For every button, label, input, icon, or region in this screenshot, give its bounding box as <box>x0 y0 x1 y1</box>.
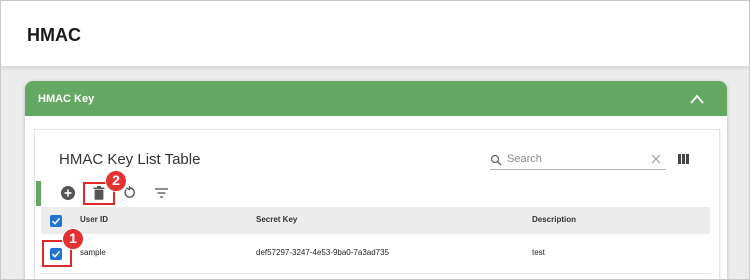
search-box <box>490 150 666 170</box>
cell-secret-key: def57297-3247-4e53-9ba0-7a3ad735 <box>256 248 390 257</box>
refresh-icon[interactable] <box>123 186 136 199</box>
column-header-secret-key[interactable]: Secret Key <box>256 215 297 224</box>
key-list-card: HMAC Key List Table Search User ID Secre… <box>34 129 720 279</box>
panel-header[interactable]: HMAC Key <box>25 81 727 116</box>
column-header-user-id[interactable]: User ID <box>80 215 108 224</box>
search-input[interactable] <box>507 151 637 167</box>
collapse-up-icon[interactable] <box>689 92 705 106</box>
step-2-badge: 2 <box>105 170 127 192</box>
page-header: HMAC <box>1 1 749 67</box>
cell-user-id: sample <box>80 248 106 257</box>
columns-icon[interactable] <box>678 154 689 164</box>
hmac-key-panel: HMAC Key HMAC Key List Table Search User… <box>25 81 727 279</box>
select-all-checkbox[interactable] <box>50 215 62 227</box>
add-icon[interactable] <box>61 186 75 200</box>
table-title: HMAC Key List Table <box>59 151 201 168</box>
search-icon <box>490 154 502 166</box>
window-frame: HMAC HMAC Key HMAC Key List Table Search… <box>0 0 750 280</box>
cell-description: test <box>532 248 545 257</box>
filter-icon[interactable] <box>155 188 168 198</box>
table-row[interactable]: sample def57297-3247-4e53-9ba0-7a3ad735 … <box>41 234 710 274</box>
panel-title: HMAC Key <box>38 93 95 105</box>
table-header-row: User ID Secret Key Description <box>41 207 710 234</box>
step-1-badge: 1 <box>62 228 84 250</box>
clear-icon[interactable] <box>651 154 661 164</box>
checkmark-icon <box>51 217 61 225</box>
page-title: HMAC <box>27 25 81 45</box>
column-header-description[interactable]: Description <box>532 215 576 224</box>
toolbar-accent-bar <box>36 181 41 206</box>
